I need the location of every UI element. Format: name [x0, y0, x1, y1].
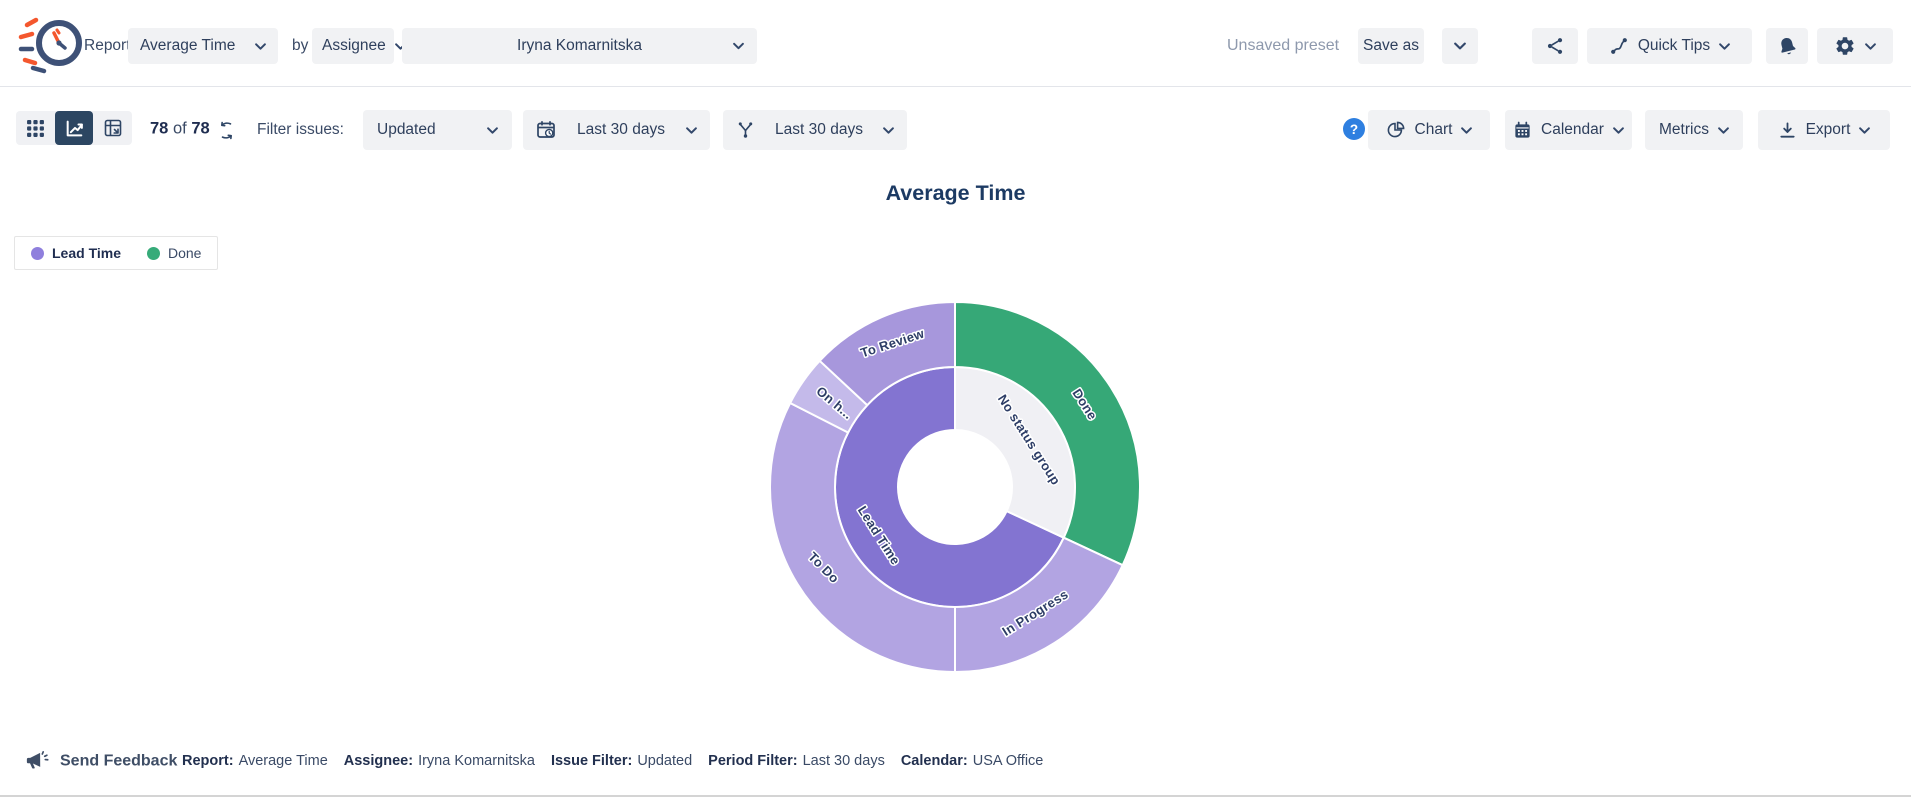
chevron-down-icon — [733, 43, 744, 50]
calendar-menu-button[interactable]: Calendar — [1505, 110, 1632, 150]
count-current: 78 — [150, 120, 168, 138]
summary-item: Period Filter: Last 30 days — [708, 753, 885, 769]
summary-value: USA Office — [973, 753, 1044, 769]
issue-count: 78 of 78 — [150, 120, 210, 139]
period-filter-select[interactable]: Last 30 days — [523, 110, 710, 150]
issue-filter-select[interactable]: Updated — [363, 110, 512, 150]
help-icon: ? — [1350, 122, 1358, 137]
grid-view-button[interactable] — [16, 111, 55, 145]
notifications-button[interactable] — [1766, 28, 1808, 64]
chevron-down-icon — [255, 43, 266, 50]
count-total: 78 — [191, 120, 209, 138]
preset-status: Unsaved preset — [1227, 37, 1339, 55]
summary-value: Updated — [637, 753, 692, 769]
summary-label: Issue Filter: — [551, 753, 632, 769]
sunburst-chart[interactable]: Lead TimeNo status groupDoneIn ProgressT… — [760, 292, 1150, 682]
bottom-divider — [0, 795, 1911, 797]
legend-dot-icon — [147, 247, 160, 260]
view-switcher — [16, 111, 132, 145]
group-by-select[interactable]: Assignee — [312, 28, 394, 64]
footer-summary: Report: Average Time Assignee: Iryna Komarn… — [182, 753, 1043, 769]
fork-icon — [736, 121, 755, 140]
chevron-down-icon — [1859, 127, 1870, 134]
assignee-select[interactable]: Iryna Komarnitska — [402, 28, 757, 64]
top-header: Report: Average Time by Assignee Iryna K… — [0, 0, 1911, 87]
group-by-value: Assignee — [322, 37, 386, 55]
assignee-value: Iryna Komarnitska — [517, 37, 642, 55]
summary-value: Iryna Komarnitska — [418, 753, 535, 769]
chart-view-icon — [64, 118, 85, 139]
export-menu-label: Export — [1806, 121, 1851, 139]
period-filter-value: Last 30 days — [577, 121, 665, 139]
report-type-select[interactable]: Average Time — [128, 28, 278, 64]
chart-menu-button[interactable]: Chart — [1368, 110, 1490, 150]
summary-item: Report: Average Time — [182, 753, 328, 769]
issue-filter-value: Updated — [377, 121, 436, 139]
megaphone-icon — [25, 749, 50, 774]
summary-item: Issue Filter: Updated — [551, 753, 692, 769]
send-feedback-label: Send Feedback — [60, 752, 177, 770]
grid-view-icon — [26, 119, 45, 138]
download-icon — [1778, 121, 1797, 140]
bell-icon — [1777, 36, 1798, 57]
send-feedback-button[interactable]: Send Feedback — [25, 749, 177, 774]
filter-issues-label: Filter issues: — [257, 121, 344, 139]
metrics-menu-label: Metrics — [1659, 121, 1709, 139]
legend-item[interactable]: Lead Time — [31, 245, 121, 261]
summary-label: Period Filter: — [708, 753, 797, 769]
time-filter-value: Last 30 days — [775, 121, 863, 139]
calendar-menu-label: Calendar — [1541, 121, 1604, 139]
chevron-down-icon — [1454, 42, 1466, 50]
export-menu-button[interactable]: Export — [1758, 110, 1890, 150]
refresh-button[interactable] — [214, 118, 238, 142]
legend-dot-icon — [31, 247, 44, 260]
count-separator: of — [173, 120, 187, 138]
app-logo — [16, 10, 84, 76]
quick-tips-icon — [1609, 36, 1629, 56]
legend-label: Lead Time — [52, 245, 121, 261]
chevron-down-icon — [1865, 43, 1876, 50]
summary-label: Assignee: — [344, 753, 413, 769]
calendar-icon — [1513, 121, 1532, 140]
chart-legend: Lead Time Done — [14, 236, 218, 270]
report-type-value: Average Time — [140, 37, 235, 55]
quick-tips-button[interactable]: Quick Tips — [1587, 28, 1752, 64]
summary-item: Calendar: USA Office — [901, 753, 1044, 769]
pivot-view-button[interactable] — [93, 111, 132, 145]
legend-label: Done — [168, 245, 201, 261]
pie-chart-icon — [1386, 120, 1406, 140]
chevron-down-icon — [1719, 43, 1730, 50]
chevron-down-icon — [1461, 127, 1472, 134]
chevron-down-icon — [1718, 127, 1729, 134]
chevron-down-icon — [1613, 127, 1624, 134]
gear-icon — [1834, 35, 1856, 57]
calendar-clock-icon — [536, 120, 556, 140]
help-button[interactable]: ? — [1343, 118, 1365, 140]
summary-label: Report: — [182, 753, 234, 769]
summary-item: Assignee: Iryna Komarnitska — [344, 753, 535, 769]
summary-value: Last 30 days — [803, 753, 885, 769]
quick-tips-label: Quick Tips — [1638, 37, 1710, 55]
save-options-button[interactable] — [1442, 28, 1478, 64]
chevron-down-icon — [686, 127, 697, 134]
chart-view-button[interactable] — [55, 111, 94, 145]
save-as-button[interactable]: Save as — [1358, 28, 1424, 64]
share-icon — [1545, 36, 1565, 56]
legend-item[interactable]: Done — [147, 245, 201, 261]
chart-menu-label: Chart — [1415, 121, 1453, 139]
time-filter-select[interactable]: Last 30 days — [723, 110, 907, 150]
summary-label: Calendar: — [901, 753, 968, 769]
save-as-label: Save as — [1363, 37, 1419, 55]
page-title: Average Time — [0, 181, 1911, 206]
pivot-view-icon — [103, 118, 123, 138]
settings-button[interactable] — [1817, 28, 1893, 64]
chevron-down-icon — [487, 127, 498, 134]
summary-value: Average Time — [239, 753, 328, 769]
chevron-down-icon — [883, 127, 894, 134]
share-button[interactable] — [1532, 28, 1578, 64]
metrics-menu-button[interactable]: Metrics — [1645, 110, 1743, 150]
refresh-icon — [217, 121, 236, 140]
by-label: by — [292, 37, 308, 55]
